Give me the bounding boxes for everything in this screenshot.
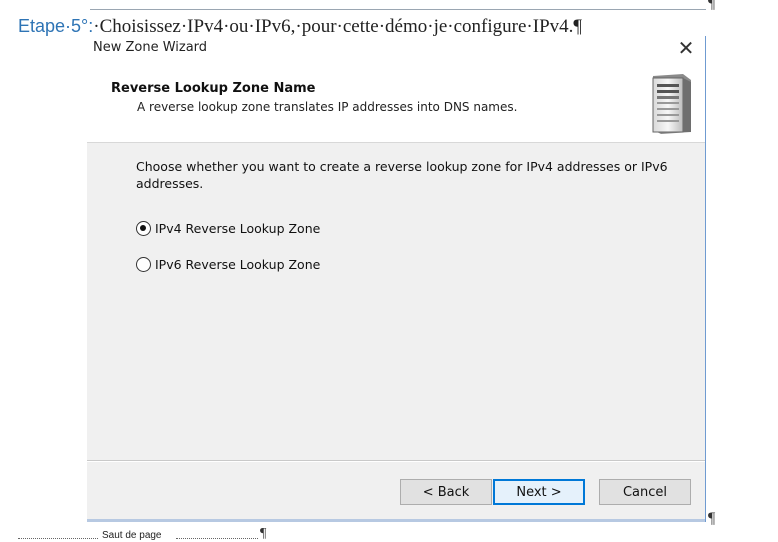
instruction-text: Choose whether you want to create a reve… xyxy=(136,159,668,191)
server-icon xyxy=(652,74,691,134)
header-title: Reverse Lookup Zone Name xyxy=(111,81,316,96)
footer-separator-highlight xyxy=(87,461,705,462)
wizard-content: Choose whether you want to create a reve… xyxy=(87,143,705,458)
title-bar: New Zone Wizard ✕ xyxy=(87,36,705,62)
page-break: Saut de page ¶ xyxy=(18,526,278,541)
close-button[interactable]: ✕ xyxy=(675,36,697,60)
cancel-button[interactable]: Cancel xyxy=(599,479,691,505)
next-button[interactable]: Next > xyxy=(493,479,585,505)
radio-ipv4-button[interactable] xyxy=(136,221,151,236)
heading-body: ·Choisissez·IPv4·ou·IPv6,·pour·cette·dém… xyxy=(93,16,582,37)
pilcrow-bottom: ¶ xyxy=(708,510,716,527)
new-zone-wizard-dialog: New Zone Wizard ✕ Reverse Lookup Zone Na… xyxy=(87,36,706,522)
back-button[interactable]: < Back xyxy=(400,479,492,505)
wizard-header: Reverse Lookup Zone Name A reverse looku… xyxy=(87,62,705,143)
heading-step: Etape·5°: xyxy=(18,16,94,36)
pilcrow-top: ¶ xyxy=(708,0,716,12)
page-break-pilcrow: ¶ xyxy=(260,526,267,541)
radio-ipv6-label[interactable]: IPv6 Reverse Lookup Zone xyxy=(155,257,320,272)
radio-ipv6-button[interactable] xyxy=(136,257,151,272)
radio-ipv4-label[interactable]: IPv4 Reverse Lookup Zone xyxy=(155,221,320,236)
dialog-title: New Zone Wizard xyxy=(93,40,208,55)
dialog-bottom-border xyxy=(87,519,705,522)
header-subtitle: A reverse lookup zone translates IP addr… xyxy=(137,100,518,114)
page-break-label: Saut de page xyxy=(102,530,162,541)
close-icon: ✕ xyxy=(677,36,695,60)
radio-ipv4[interactable]: IPv4 Reverse Lookup Zone xyxy=(136,221,320,236)
radio-ipv6[interactable]: IPv6 Reverse Lookup Zone xyxy=(136,257,320,272)
document-rule xyxy=(90,9,706,10)
